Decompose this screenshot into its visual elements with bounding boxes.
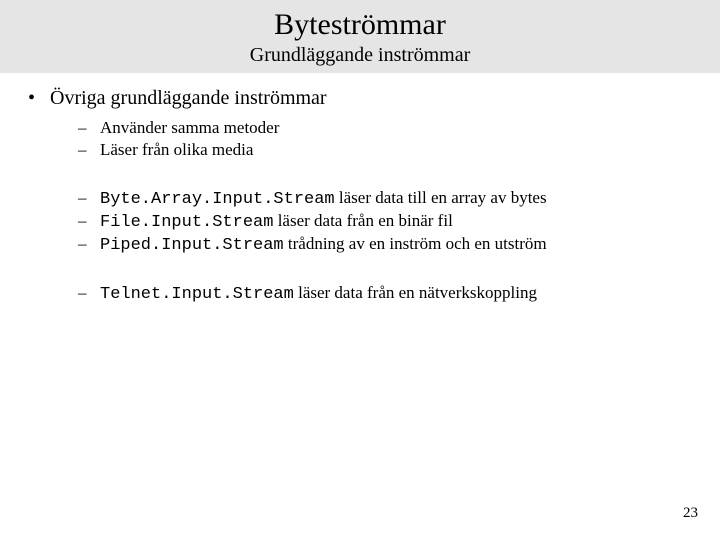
list-item: – File.Input.Stream läser data från en b…	[78, 211, 720, 232]
slide-subtitle: Grundläggande inströmmar	[0, 44, 720, 67]
slide-header: Byteströmmar Grundläggande inströmmar	[0, 0, 720, 73]
dash-icon: –	[78, 140, 100, 160]
sub-item-text: File.Input.Stream läser data från en bin…	[100, 211, 453, 232]
sub-group-1: – Använder samma metoder – Läser från ol…	[78, 118, 720, 160]
dash-icon: –	[78, 188, 100, 208]
dash-icon: –	[78, 118, 100, 138]
list-item: – Telnet.Input.Stream läser data från en…	[78, 283, 720, 304]
code-token: Telnet.Input.Stream	[100, 285, 294, 304]
code-desc: läser data till en array av bytes	[335, 188, 547, 207]
slide-title: Byteströmmar	[0, 8, 720, 42]
page-number: 23	[683, 505, 698, 522]
bullet-main: • Övriga grundläggande inströmmar	[28, 87, 720, 110]
bullet-main-text: Övriga grundläggande inströmmar	[50, 87, 327, 110]
list-item: – Läser från olika media	[78, 140, 720, 160]
sub-item-text: Piped.Input.Stream trådning av en inströ…	[100, 234, 547, 255]
code-desc: läser data från en nätverkskoppling	[294, 283, 537, 302]
sub-item-text: Byte.Array.Input.Stream läser data till …	[100, 188, 547, 209]
code-desc: trådning av en inström och en utström	[284, 234, 547, 253]
code-token: Piped.Input.Stream	[100, 236, 284, 255]
bullet-dot-icon: •	[28, 87, 50, 110]
sub-item-text: Telnet.Input.Stream läser data från en n…	[100, 283, 537, 304]
slide-content: • Övriga grundläggande inströmmar – Anvä…	[0, 73, 720, 304]
dash-icon: –	[78, 211, 100, 231]
dash-icon: –	[78, 234, 100, 254]
list-item: – Använder samma metoder	[78, 118, 720, 138]
dash-icon: –	[78, 283, 100, 303]
sub-item-text: Använder samma metoder	[100, 118, 279, 138]
sub-group-3: – Telnet.Input.Stream läser data från en…	[78, 283, 720, 304]
list-item: – Byte.Array.Input.Stream läser data til…	[78, 188, 720, 209]
sub-item-text: Läser från olika media	[100, 140, 253, 160]
sub-group-2: – Byte.Array.Input.Stream läser data til…	[78, 188, 720, 255]
list-item: – Piped.Input.Stream trådning av en inst…	[78, 234, 720, 255]
code-token: Byte.Array.Input.Stream	[100, 190, 335, 209]
code-token: File.Input.Stream	[100, 213, 273, 232]
code-desc: läser data från en binär fil	[273, 211, 452, 230]
